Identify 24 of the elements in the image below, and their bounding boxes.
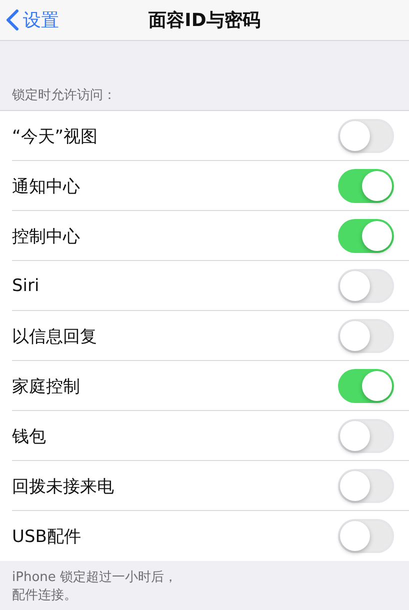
toggle-switch[interactable] — [338, 319, 394, 353]
toggle-switch[interactable] — [338, 119, 394, 153]
screen-title: 面容ID与密码 — [148, 9, 260, 32]
footer-note: iPhone 锁定超过一小时后， — [12, 569, 178, 587]
toggle-switch[interactable] — [338, 269, 394, 303]
setting-label: 家庭控制 — [12, 376, 80, 398]
setting-label: Siri — [12, 276, 40, 296]
toggle-switch[interactable] — [338, 369, 394, 403]
setting-label: 钱包 — [12, 426, 46, 448]
toggle-switch[interactable] — [338, 169, 394, 203]
toggle-switch[interactable] — [338, 519, 394, 553]
section-header: 锁定时允许访问： — [11, 87, 117, 105]
chevron-left-icon — [6, 9, 19, 31]
toggle-switch[interactable] — [338, 219, 394, 253]
setting-label: 通知中心 — [12, 176, 80, 198]
toggle-switch[interactable] — [338, 419, 394, 453]
setting-label: “今天”视图 — [12, 126, 98, 148]
setting-label: USB配件 — [12, 526, 81, 548]
back-button[interactable]: 设置 — [0, 8, 65, 32]
footer-note: 配件连接。 — [12, 587, 78, 605]
setting-label: 控制中心 — [12, 226, 80, 248]
setting-label: 以信息回复 — [12, 326, 97, 348]
toggle-switch[interactable] — [338, 469, 394, 503]
setting-label: 回拨未接来电 — [12, 476, 114, 498]
